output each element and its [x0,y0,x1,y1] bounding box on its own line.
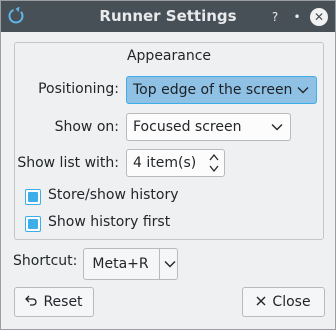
shortcut-button[interactable]: Meta+R [83,248,178,280]
close-label: Close [272,294,311,310]
appearance-group-title: Appearance [126,48,212,64]
show-list-label: Show list with: [17,155,119,171]
history-first-label: Show history first [48,214,171,230]
title-bar[interactable]: Runner Settings ? • ✕ [1,1,335,32]
chevron-down-icon [270,114,284,140]
shortcut-separator [159,249,160,279]
close-window-icon[interactable]: ✕ [310,8,328,26]
history-first-checkbox[interactable]: Show history first [25,214,225,234]
show-on-combobox[interactable]: Focused screen [126,113,291,141]
store-history-label: Store/show history [48,187,179,203]
store-history-checkbox[interactable]: Store/show history [25,187,225,207]
chevron-down-icon [296,77,310,103]
positioning-value: Top edge of the screen [133,82,293,98]
shortcut-label: Shortcut: [13,253,78,269]
show-on-value: Focused screen [133,119,242,135]
positioning-combobox[interactable]: Top edge of the screen [126,76,317,104]
help-icon[interactable]: ? [266,8,284,26]
reset-button[interactable]: Reset [14,287,94,317]
close-icon [256,289,266,317]
chevron-down-icon[interactable] [161,249,178,279]
close-button[interactable]: Close [242,287,325,317]
undo-icon [25,289,38,317]
runner-settings-dialog: Runner Settings ? • ✕ Appearance Positio… [0,0,336,330]
checkbox-checked-icon[interactable] [25,189,41,205]
checkbox-checked-icon[interactable] [25,216,41,232]
positioning-label: Positioning: [38,81,119,97]
spin-arrows-icon[interactable] [209,152,219,174]
show-list-value: 4 item(s) [133,155,197,171]
appearance-group: Appearance Positioning: Top edge of the … [14,42,324,240]
shortcut-value: Meta+R [92,256,149,272]
window-title: Runner Settings [99,7,237,25]
reset-label: Reset [43,294,83,310]
minimize-icon[interactable]: • [288,8,306,26]
show-list-spinbox[interactable]: 4 item(s) [126,149,225,177]
show-on-label: Show on: [54,119,119,135]
